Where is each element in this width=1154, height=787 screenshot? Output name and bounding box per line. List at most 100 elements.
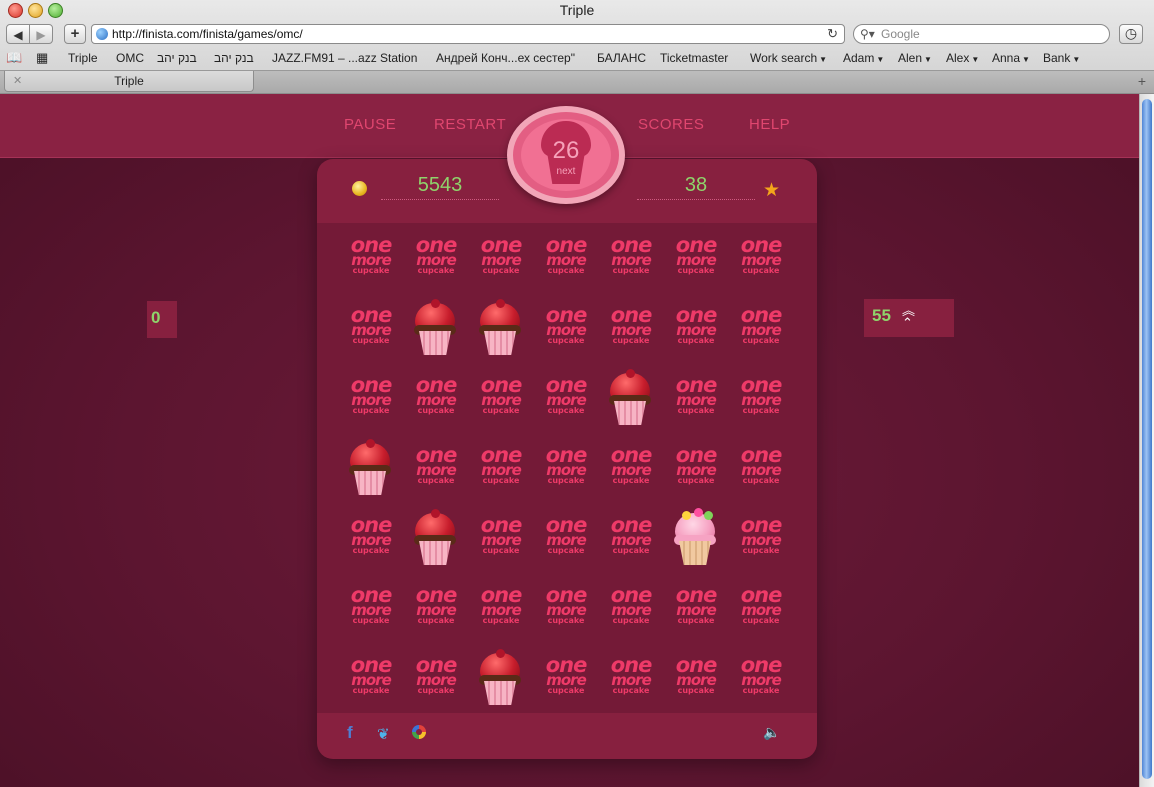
grid-cell[interactable]: one more cupcake xyxy=(337,577,402,647)
open-book-icon[interactable]: 📖 xyxy=(6,50,22,66)
add-bookmark-button[interactable]: + xyxy=(64,24,86,44)
bookmark-bank-yahav-1[interactable]: בנק יהב xyxy=(157,49,197,67)
grid-cell[interactable]: one more cupcake xyxy=(727,647,792,717)
grid-cell[interactable] xyxy=(402,297,467,367)
grid-cell[interactable]: one more cupcake xyxy=(402,647,467,717)
grid-cell[interactable]: one more cupcake xyxy=(597,507,662,577)
bookmark-balans[interactable]: БАЛАНС xyxy=(597,49,646,67)
grid-cell[interactable]: one more cupcake xyxy=(597,577,662,647)
grid-cell[interactable]: one more cupcake xyxy=(337,647,402,717)
grid-cell[interactable]: one more cupcake xyxy=(337,367,402,437)
grid-cell[interactable]: one more cupcake xyxy=(597,647,662,717)
level-counter-value: 55 xyxy=(872,306,891,325)
grid-icon[interactable]: ▦ xyxy=(36,50,48,66)
search-field[interactable]: ⚲▾ Google xyxy=(853,24,1110,44)
grid-cell[interactable]: one more cupcake xyxy=(662,367,727,437)
grid-cell[interactable]: one more cupcake xyxy=(532,297,597,367)
bookmark-folder-work-search[interactable]: Work search ▼ xyxy=(750,49,827,69)
url-text[interactable]: http://finista.com/finista/games/omc/ xyxy=(112,25,303,43)
grid-cell[interactable]: one more cupcake xyxy=(662,437,727,507)
restart-button[interactable]: RESTART xyxy=(434,116,506,133)
grid-cell[interactable]: one more cupcake xyxy=(662,297,727,367)
speaker-icon[interactable]: 🔈 xyxy=(763,724,780,741)
scores-button[interactable]: SCORES xyxy=(638,116,704,133)
scrollbar-thumb[interactable] xyxy=(1142,99,1152,779)
window-close-button[interactable] xyxy=(8,3,23,18)
help-button[interactable]: HELP xyxy=(749,116,790,133)
close-icon[interactable]: ✕ xyxy=(13,71,22,91)
grid-cell[interactable]: one more cupcake xyxy=(532,437,597,507)
vertical-scrollbar[interactable] xyxy=(1139,94,1154,787)
grid-cell[interactable]: one more cupcake xyxy=(402,367,467,437)
grid-cell[interactable]: one more cupcake xyxy=(727,437,792,507)
grid-cell[interactable] xyxy=(337,437,402,507)
grid-cell[interactable] xyxy=(402,507,467,577)
bookmark-folder-bank[interactable]: Bank ▼ xyxy=(1043,49,1080,69)
grid-cell[interactable]: one more cupcake xyxy=(337,297,402,367)
twitter-icon[interactable]: ❦ xyxy=(377,725,390,743)
grid-cell[interactable]: one more cupcake xyxy=(402,577,467,647)
bookmark-jazzfm[interactable]: JAZZ.FM91 – ...azz Station xyxy=(272,49,417,67)
one-more-cupcake-logo: one more cupcake xyxy=(542,655,590,695)
bookmark-folder-adam[interactable]: Adam ▼ xyxy=(843,49,884,69)
bookmark-folder-alen[interactable]: Alen ▼ xyxy=(898,49,932,69)
grid-cell[interactable]: one more cupcake xyxy=(532,227,597,297)
grid-cell[interactable]: one more cupcake xyxy=(532,367,597,437)
bookmark-folder-alex[interactable]: Alex ▼ xyxy=(946,49,979,69)
one-more-cupcake-logo: one more cupcake xyxy=(412,655,460,695)
grid-cell[interactable]: one more cupcake xyxy=(467,437,532,507)
one-more-cupcake-logo: one more cupcake xyxy=(477,585,525,625)
bookmark-bank-yahav-2[interactable]: בנק יהב xyxy=(214,49,254,67)
back-button[interactable]: ◀ xyxy=(6,24,30,44)
grid-cell[interactable] xyxy=(662,507,727,577)
reload-icon[interactable]: ↻ xyxy=(827,25,838,43)
grid-cell[interactable]: one more cupcake xyxy=(662,227,727,297)
grid-cell[interactable]: one more cupcake xyxy=(402,227,467,297)
one-more-cupcake-logo: one more cupcake xyxy=(412,445,460,485)
grid-cell[interactable]: one more cupcake xyxy=(597,297,662,367)
grid-cell[interactable]: one more cupcake xyxy=(662,647,727,717)
grid-cell[interactable]: one more cupcake xyxy=(467,367,532,437)
grid-cell[interactable]: one more cupcake xyxy=(337,507,402,577)
grid-cell[interactable]: one more cupcake xyxy=(532,507,597,577)
grid-cell[interactable]: one more cupcake xyxy=(532,577,597,647)
grid-cell[interactable]: one more cupcake xyxy=(532,647,597,717)
grid-cell[interactable]: one more cupcake xyxy=(597,227,662,297)
grid-cell[interactable] xyxy=(467,297,532,367)
chevron-down-icon: ▼ xyxy=(819,55,828,64)
history-button[interactable]: ◷ xyxy=(1119,24,1143,44)
facebook-icon[interactable]: f xyxy=(347,723,353,743)
grid-cell[interactable]: one more cupcake xyxy=(727,297,792,367)
forward-button[interactable]: ▶ xyxy=(29,24,53,44)
bookmark-ticketmaster[interactable]: Ticketmaster xyxy=(660,49,728,67)
grid-cell[interactable]: one more cupcake xyxy=(727,507,792,577)
grid-cell[interactable] xyxy=(467,647,532,717)
pause-button[interactable]: PAUSE xyxy=(344,116,396,133)
bookmark-folder-anna[interactable]: Anna ▼ xyxy=(992,49,1030,69)
cake-cup-part xyxy=(419,331,451,355)
grid-cell[interactable]: one more cupcake xyxy=(727,577,792,647)
grid-cell[interactable]: one more cupcake xyxy=(467,507,532,577)
share-icon[interactable] xyxy=(412,725,426,739)
bookmark-triple[interactable]: Triple xyxy=(68,49,98,67)
bookmark-omc[interactable]: OMC xyxy=(116,49,144,67)
address-bar[interactable]: http://finista.com/finista/games/omc/ ↻ xyxy=(91,24,845,44)
window-zoom-button[interactable] xyxy=(48,3,63,18)
grid-cell[interactable]: one more cupcake xyxy=(467,227,532,297)
grid-cell[interactable]: one more cupcake xyxy=(727,227,792,297)
grid-cell[interactable]: one more cupcake xyxy=(727,367,792,437)
grid-cell[interactable]: one more cupcake xyxy=(337,227,402,297)
game-grid: one more cupcake one more cupcake one more cupca… xyxy=(317,223,817,713)
logo-text: cupcake xyxy=(417,266,455,275)
window-minimize-button[interactable] xyxy=(28,3,43,18)
bookmark-andrey[interactable]: Андрей Конч...ех сестер" xyxy=(436,49,575,67)
new-tab-icon[interactable]: + xyxy=(1138,71,1146,91)
grid-cell[interactable]: one more cupcake xyxy=(597,437,662,507)
grid-cell[interactable] xyxy=(597,367,662,437)
one-more-cupcake-logo: one more cupcake xyxy=(607,445,655,485)
grid-cell[interactable]: one more cupcake xyxy=(467,577,532,647)
grid-cell[interactable]: one more cupcake xyxy=(662,577,727,647)
grid-cell[interactable]: one more cupcake xyxy=(402,437,467,507)
bookmarks-bar: 📖 ▦ Triple OMC בנק יהב בנק יהב JAZZ.FM91… xyxy=(0,49,1154,67)
tab-triple[interactable]: ✕ Triple xyxy=(4,71,254,92)
